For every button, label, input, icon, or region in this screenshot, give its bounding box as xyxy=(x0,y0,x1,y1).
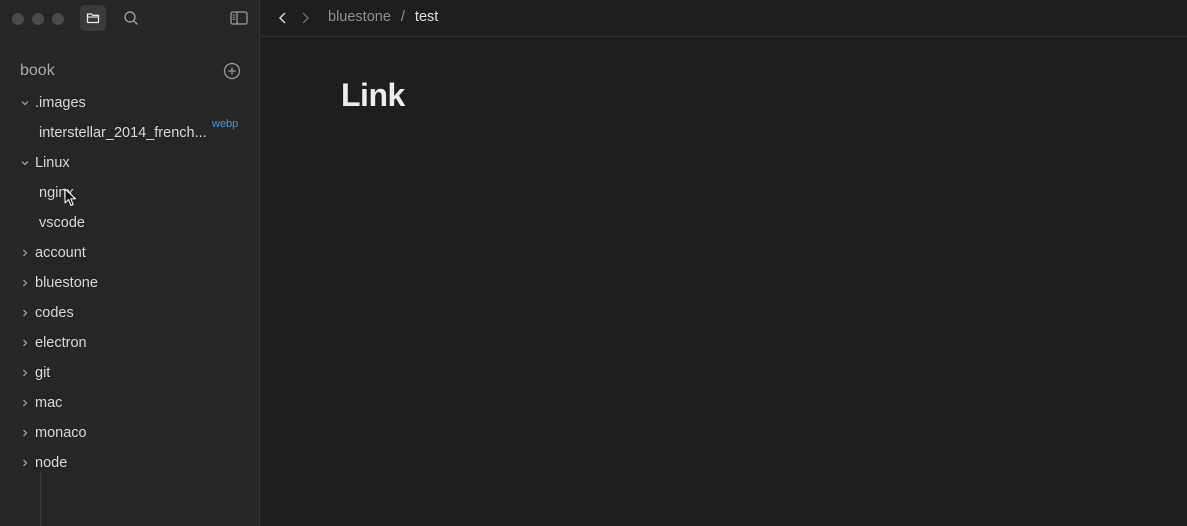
chevron-down-icon xyxy=(21,161,29,166)
tree-folder-node[interactable]: node xyxy=(0,448,259,478)
tree-folder-monaco[interactable]: monaco xyxy=(0,418,259,448)
window-controls xyxy=(12,12,64,25)
breadcrumb-parent[interactable]: bluestone xyxy=(328,9,391,25)
chevron-right-icon xyxy=(23,339,28,347)
document-title[interactable]: Link xyxy=(341,77,405,114)
minimize-window-button[interactable] xyxy=(32,12,44,25)
maximize-window-button[interactable] xyxy=(52,12,64,25)
editor-area: bluestone / test Link xyxy=(260,0,1187,526)
back-arrow-icon[interactable] xyxy=(276,11,290,25)
plus-circle-icon xyxy=(223,62,241,80)
breadcrumb-separator: / xyxy=(400,9,405,25)
tree-item-label: electron xyxy=(35,335,87,351)
tree-item-label: interstellar_2014_french... xyxy=(39,125,207,141)
tree-item-label: codes xyxy=(35,305,74,321)
toggle-sidebar-button[interactable] xyxy=(226,5,252,31)
chevron-right-icon xyxy=(23,249,28,257)
tree-item-label: mac xyxy=(35,395,63,411)
tree-file-interstellar[interactable]: interstellar_2014_french... webp xyxy=(0,118,259,148)
tree-indent-guide xyxy=(40,472,41,526)
editor-topbar: bluestone / test xyxy=(260,0,1187,37)
chevron-right-icon xyxy=(23,459,28,467)
tree-item-label: git xyxy=(35,365,51,381)
tree-item-label: .images xyxy=(35,95,86,111)
app-window: book .images interstellar_2014_french...… xyxy=(0,0,1187,526)
tree-item-label: vscode xyxy=(39,215,85,231)
tree-item-label: account xyxy=(35,245,86,261)
tree-folder-mac[interactable]: mac xyxy=(0,388,259,418)
add-item-button[interactable] xyxy=(222,61,242,81)
tree-file-nginx[interactable]: nginx xyxy=(0,178,259,208)
tree-item-label: Linux xyxy=(35,155,70,171)
workspace-title[interactable]: book xyxy=(20,62,55,80)
tree-folder-codes[interactable]: codes xyxy=(0,298,259,328)
chevron-right-icon xyxy=(23,279,28,287)
sidebar-toolbar xyxy=(0,0,259,37)
tree-item-label: nginx xyxy=(39,185,74,201)
chevron-right-icon xyxy=(23,309,28,317)
tree-folder-bluestone[interactable]: bluestone xyxy=(0,268,259,298)
chevron-right-icon xyxy=(23,399,28,407)
sidebar: book .images interstellar_2014_french...… xyxy=(0,0,260,526)
folder-icon xyxy=(86,13,100,24)
tree-folder-images[interactable]: .images xyxy=(0,88,259,118)
breadcrumb: bluestone / test xyxy=(328,9,438,25)
workspace-header: book xyxy=(0,58,259,84)
chevron-right-icon xyxy=(23,369,28,377)
chevron-right-icon xyxy=(23,429,28,437)
file-extension-badge: webp xyxy=(212,118,239,130)
files-view-button[interactable] xyxy=(80,5,106,31)
tree-file-vscode[interactable]: vscode xyxy=(0,208,259,238)
search-button[interactable] xyxy=(118,5,144,31)
sidebar-panel-icon xyxy=(230,11,248,25)
tree-folder-electron[interactable]: electron xyxy=(0,328,259,358)
tree-folder-linux[interactable]: Linux xyxy=(0,148,259,178)
file-tree: .images interstellar_2014_french... webp… xyxy=(0,88,259,478)
tree-item-label: monaco xyxy=(35,425,87,441)
breadcrumb-current: test xyxy=(414,9,439,25)
tree-item-label: bluestone xyxy=(35,275,98,291)
chevron-down-icon xyxy=(21,101,29,106)
tree-folder-account[interactable]: account xyxy=(0,238,259,268)
tree-item-label: node xyxy=(35,455,68,471)
tree-folder-git[interactable]: git xyxy=(0,358,259,388)
search-icon xyxy=(124,11,138,25)
close-window-button[interactable] xyxy=(12,12,24,25)
forward-arrow-icon[interactable] xyxy=(298,11,312,25)
